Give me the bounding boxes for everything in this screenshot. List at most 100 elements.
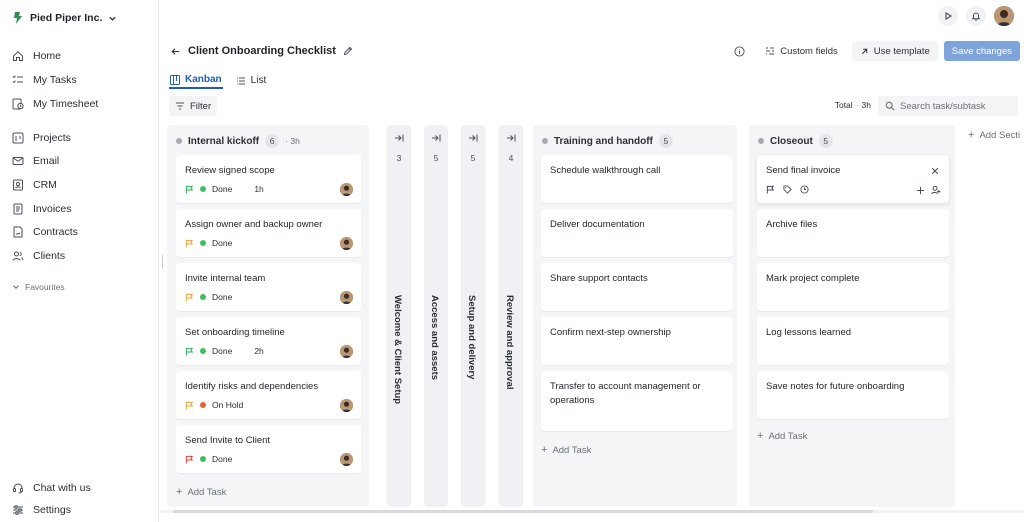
org-name: Pied Piper Inc. — [30, 12, 103, 24]
favourites-toggle[interactable]: Favourites — [12, 282, 65, 292]
chat-label: Chat with us — [33, 482, 91, 494]
task-card[interactable]: Log lessons learned — [757, 317, 949, 365]
sidebar-item-label: Settings — [33, 504, 71, 516]
arrow-up-right-icon — [861, 48, 868, 54]
collapsed-column-welcome[interactable]: 3 Welcome & Client Setup — [387, 125, 411, 507]
assignee-avatar[interactable] — [340, 237, 353, 250]
horizontal-scrollbar-thumb[interactable] — [173, 510, 873, 513]
notifications-button[interactable] — [966, 6, 986, 26]
save-changes-button[interactable]: Save changes — [943, 41, 1020, 61]
back-arrow-icon[interactable] — [170, 46, 181, 57]
sidebar-item-projects[interactable]: Projects — [12, 130, 71, 146]
sidebar-item-settings[interactable]: Settings — [12, 502, 71, 518]
chevron-down-icon — [109, 16, 117, 21]
plus-icon: + — [757, 430, 764, 442]
task-title: Mark project complete — [766, 273, 860, 284]
task-card[interactable]: Deliver documentation — [541, 209, 733, 257]
tab-list[interactable]: List — [235, 72, 268, 89]
task-card[interactable]: Share support contacts — [541, 263, 733, 311]
column-count-badge: 5 — [658, 134, 673, 148]
status-dot-done — [200, 348, 206, 354]
sidebar-item-email[interactable]: Email — [12, 153, 59, 169]
sidebar-item-label: Email — [33, 155, 60, 167]
sidebar-item-label: My Tasks — [33, 74, 77, 86]
kanban-icon — [170, 74, 180, 85]
filter-button[interactable]: Filter — [169, 96, 218, 116]
task-card[interactable]: Set onboarding timeline Done 2h — [176, 317, 361, 365]
kanban-board: Internal kickoff 6 · 3h Review signed sc… — [159, 121, 1024, 511]
task-card[interactable]: Mark project complete — [757, 263, 949, 311]
collapsed-column-setup[interactable]: 5 Setup and delivery — [461, 125, 485, 507]
home-icon — [13, 51, 23, 61]
assign-user-icon[interactable] — [931, 185, 941, 195]
status-dot-done — [200, 456, 206, 462]
add-task-button[interactable]: + Add Task — [757, 429, 807, 443]
task-quick-actions — [766, 183, 809, 195]
flag-icon[interactable] — [766, 185, 775, 194]
task-card-hovered[interactable]: Send final invoice — [757, 155, 949, 203]
add-task-button[interactable]: + Add Task — [541, 443, 591, 457]
sidebar-item-my-tasks[interactable]: My Tasks — [12, 72, 77, 88]
page-title: Client Onboarding Checklist — [188, 45, 336, 57]
sidebar-item-home[interactable]: Home — [12, 48, 61, 64]
add-task-label: Add Task — [552, 444, 592, 456]
sidebar-item-my-timesheet[interactable]: My Timesheet — [12, 96, 98, 112]
sidebar-item-label: My Timesheet — [33, 98, 99, 110]
column-internal-kickoff: Internal kickoff 6 · 3h Review signed sc… — [167, 125, 369, 507]
custom-fields-button[interactable]: Custom fields — [757, 41, 846, 61]
collapsed-column-review[interactable]: 4 Review and approval — [499, 125, 523, 507]
search-input[interactable] — [900, 100, 1010, 112]
task-card[interactable]: Save notes for future onboarding — [757, 371, 949, 419]
headset-icon — [13, 483, 23, 494]
bell-icon — [971, 12, 981, 21]
task-list-icon — [12, 75, 23, 84]
sidebar-item-label: Clients — [33, 250, 66, 262]
contact-card-icon — [13, 179, 23, 191]
sidebar-item-contracts[interactable]: Contracts — [12, 224, 78, 240]
column-training-handoff: Training and handoff 5 Schedule walkthro… — [533, 125, 737, 507]
user-avatar[interactable] — [994, 6, 1014, 26]
clock-icon[interactable] — [800, 184, 809, 194]
edit-pencil-icon[interactable] — [343, 46, 353, 56]
sidebar-item-label: Contracts — [33, 226, 78, 238]
add-icon[interactable] — [916, 186, 925, 195]
play-button[interactable] — [938, 6, 958, 26]
assignee-avatar[interactable] — [340, 453, 353, 466]
collapsed-count: 5 — [433, 153, 439, 163]
task-card[interactable]: Assign owner and backup owner Done — [176, 209, 361, 257]
column-status-dot — [542, 138, 548, 144]
task-card[interactable]: Archive files — [757, 209, 949, 257]
task-card[interactable]: Transfer to account management or operat… — [541, 371, 733, 431]
sidebar-item-invoices[interactable]: Invoices — [12, 201, 72, 217]
column-status-dot — [176, 138, 182, 144]
add-section-button[interactable]: + Add Secti — [968, 129, 1020, 141]
task-card[interactable]: Confirm next-step ownership — [541, 317, 733, 365]
assignee-avatar[interactable] — [340, 345, 353, 358]
add-task-button[interactable]: + Add Task — [176, 485, 226, 499]
use-template-label: Use template — [873, 45, 930, 57]
collapsed-column-access[interactable]: 5 Access and assets — [424, 125, 448, 507]
sidebar-item-crm[interactable]: CRM — [12, 177, 57, 193]
column-closeout: Closeout 5 Send final invoice Archive fi… — [749, 125, 955, 507]
info-button[interactable] — [728, 41, 751, 61]
org-switcher[interactable]: Pied Piper Inc. — [12, 9, 117, 27]
task-meta: Done — [185, 453, 232, 465]
task-card[interactable]: Identify risks and dependencies On Hold — [176, 371, 361, 419]
task-meta: On Hold — [185, 399, 243, 411]
sidebar-item-label: Invoices — [33, 203, 72, 215]
chat-with-us-button[interactable]: Chat with us — [12, 480, 91, 496]
use-template-button[interactable]: Use template — [851, 41, 938, 61]
view-tabs: Kanban List — [169, 72, 267, 89]
task-card[interactable]: Invite internal team Done — [176, 263, 361, 311]
task-card[interactable]: Review signed scope Done 1h — [176, 155, 361, 203]
assignee-avatar[interactable] — [340, 291, 353, 304]
assignee-avatar-image — [340, 237, 353, 250]
task-card[interactable]: Send Invite to Client Done — [176, 425, 361, 473]
close-icon[interactable] — [931, 167, 939, 175]
tag-icon[interactable] — [783, 184, 792, 194]
assignee-avatar[interactable] — [340, 399, 353, 412]
assignee-avatar[interactable] — [340, 183, 353, 196]
tab-kanban[interactable]: Kanban — [169, 72, 223, 89]
sidebar-item-clients[interactable]: Clients — [12, 248, 65, 264]
task-card[interactable]: Schedule walkthrough call — [541, 155, 733, 203]
